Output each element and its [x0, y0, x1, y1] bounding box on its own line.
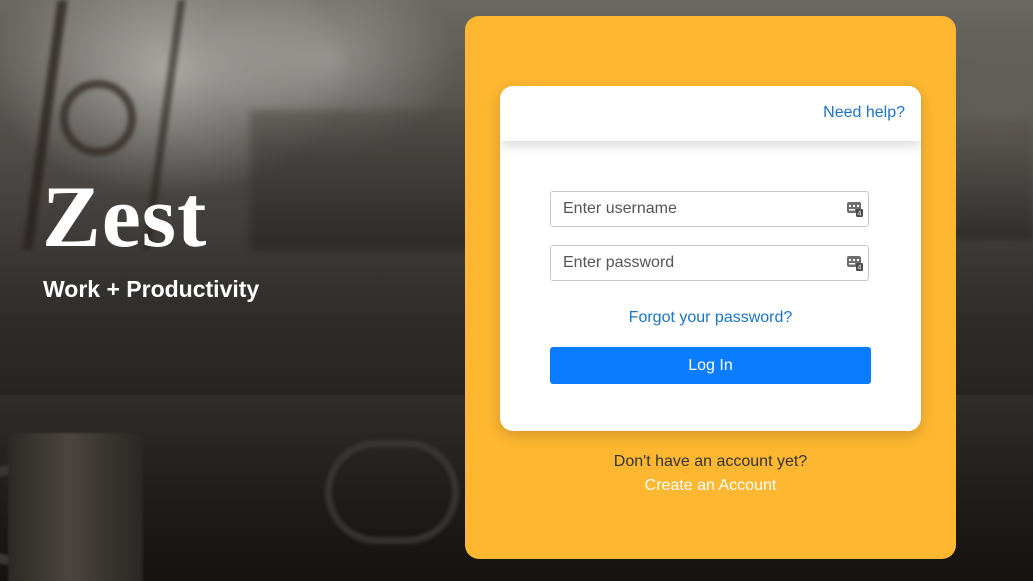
password-manager-keypad-icon[interactable]: 4	[847, 201, 863, 217]
background-window	[955, 120, 1033, 240]
background-mug-handle	[0, 465, 45, 565]
log-in-button[interactable]: Log In	[550, 347, 871, 384]
create-account-link[interactable]: Create an Account	[465, 477, 956, 495]
svg-text:4: 4	[858, 211, 862, 217]
password-input[interactable]	[551, 246, 841, 280]
background-cable	[325, 440, 459, 544]
svg-text:4: 4	[858, 265, 862, 271]
login-card-header: Need help?	[500, 86, 921, 141]
background-shelf	[250, 110, 470, 250]
password-manager-keypad-icon[interactable]: 4	[847, 255, 863, 271]
login-page: Zest Work + Productivity Need help? 4	[0, 0, 1033, 581]
background-lamp-head	[60, 80, 136, 156]
username-field[interactable]: 4	[550, 191, 869, 227]
forgot-password-link[interactable]: Forgot your password?	[500, 309, 921, 327]
login-panel: Need help? 4	[465, 16, 956, 559]
background-mug	[8, 433, 143, 581]
signup-prompt-text: Don't have an account yet?	[613, 453, 808, 470]
username-input[interactable]	[551, 192, 841, 226]
login-card: Need help? 4	[500, 86, 921, 431]
brand-tagline: Work + Productivity	[43, 276, 260, 302]
brand-logo-title: Zest	[42, 169, 208, 266]
need-help-link[interactable]: Need help?	[823, 104, 905, 122]
password-field[interactable]: 4	[550, 245, 869, 281]
